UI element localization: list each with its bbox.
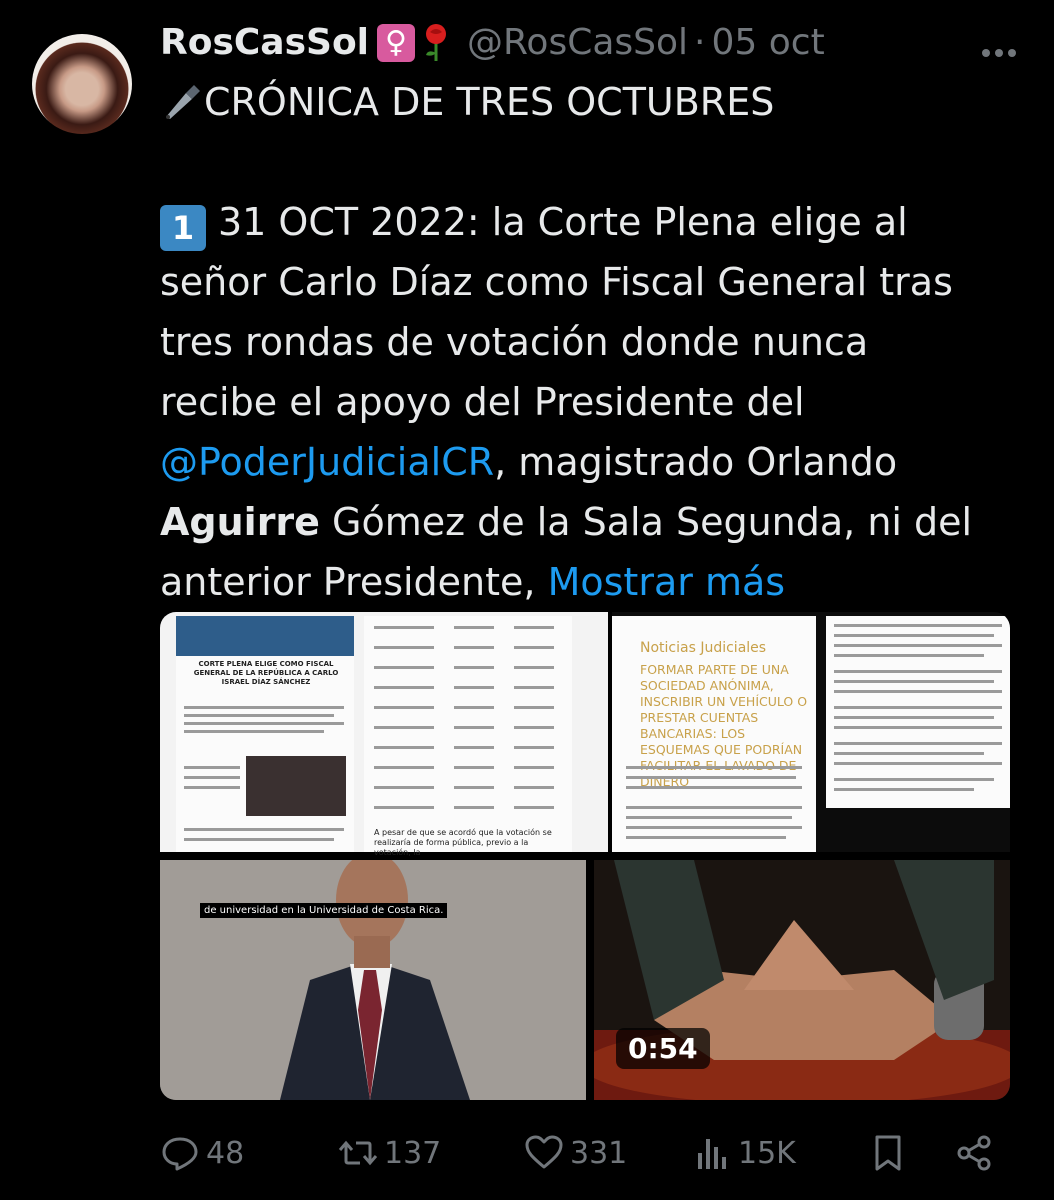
news-page-1: Noticias Judiciales FORMAR PARTE DE UNA … (612, 616, 816, 852)
more-options-icon[interactable] (982, 42, 1022, 57)
video-duration-badge: 0:54 (616, 1028, 710, 1069)
venus-emoji-icon: ♀ (377, 23, 416, 62)
tweet-header: RosCasSol ♀ @RosCasSol · 05 oct (160, 22, 825, 70)
views-chart-icon (698, 1139, 726, 1169)
like-button[interactable]: 331 (524, 1128, 627, 1178)
tweet-date[interactable]: 05 oct (712, 22, 825, 63)
reply-count: 48 (206, 1135, 245, 1171)
title-line: CRÓNICA DE TRES OCTUBRES (160, 72, 1030, 132)
avatar[interactable] (32, 34, 132, 134)
like-count: 331 (570, 1135, 628, 1171)
bookmark-icon (875, 1135, 901, 1171)
display-name[interactable]: RosCasSol (160, 22, 369, 63)
text-line-7-content: anterior Presidente, (160, 560, 536, 604)
text-line-5: @PoderJudicialCR, magistrado Orlando (160, 432, 1030, 492)
text-line-1: 1 31 OCT 2022: la Corte Plena elige al (160, 192, 1030, 252)
text-line-6: Aguirre Gómez de la Sala Segunda, ni del (160, 492, 1030, 552)
media-video[interactable]: 0:54 (582, 860, 1010, 1100)
separator-dot: · (694, 22, 706, 63)
heart-icon (525, 1135, 563, 1169)
repost-count: 137 (384, 1135, 442, 1171)
keycap-one-emoji-icon: 1 (160, 205, 206, 251)
share-button[interactable] (954, 1128, 1000, 1178)
document-heading: CORTE PLENA ELIGE COMO FISCAL GENERAL DE… (193, 660, 339, 686)
media-image-3[interactable]: de universidad en la Universidad de Cost… (160, 852, 586, 1100)
views-button[interactable]: 15K (692, 1128, 796, 1178)
document-footer-text: A pesar de que se acordó que la votación… (374, 828, 552, 857)
media-image-2[interactable]: Noticias Judiciales FORMAR PARTE DE UNA … (612, 612, 1010, 852)
fountain-pen-emoji-icon (166, 85, 200, 119)
mention-link[interactable]: @PoderJudicialCR (160, 440, 494, 484)
speaker-photo (160, 852, 586, 1100)
tweet-title: CRÓNICA DE TRES OCTUBRES (204, 80, 775, 124)
text-line-5-rest: , magistrado Orlando (494, 440, 898, 484)
share-icon (957, 1135, 991, 1171)
text-line-2: señor Carlo Díaz como Fiscal General tra… (160, 260, 953, 304)
show-more-link[interactable]: Mostrar más (548, 560, 785, 604)
news-headline: FORMAR PARTE DE UNA SOCIEDAD ANÓNIMA, IN… (640, 662, 808, 789)
reply-button[interactable]: 48 (160, 1128, 244, 1178)
reply-icon (162, 1137, 198, 1171)
action-bar: 48 137 331 15K (160, 1128, 1010, 1178)
text-line-3: tres rondas de votación donde nunca (160, 320, 869, 364)
text-line-7: anterior Presidente, Mostrar más (160, 552, 1030, 612)
rose-emoji-icon (426, 23, 447, 61)
bookmark-button[interactable] (868, 1128, 914, 1178)
repost-button[interactable]: 137 (338, 1128, 441, 1178)
user-handle[interactable]: @RosCasSol (467, 22, 688, 63)
video-caption: de universidad en la Universidad de Cost… (200, 903, 448, 918)
text-line-6-rest: Gómez de la Sala Segunda, ni del (319, 500, 973, 544)
document-page-1: CORTE PLENA ELIGE COMO FISCAL GENERAL DE… (176, 616, 354, 852)
text-line-4: recibe el apoyo del Presidente del (160, 380, 805, 424)
view-count: 15K (738, 1135, 796, 1171)
document-page-2: A pesar de que se acordó que la votación… (364, 616, 572, 857)
tweet-text: CRÓNICA DE TRES OCTUBRES 1 31 OCT 2022: l… (160, 72, 1030, 612)
media-image-1[interactable]: CORTE PLENA ELIGE COMO FISCAL GENERAL DE… (160, 612, 608, 857)
news-section-title: Noticias Judiciales (640, 640, 767, 656)
text-line-1-content: 31 OCT 2022: la Corte Plena elige al (218, 200, 908, 244)
news-page-2 (826, 616, 1010, 808)
bold-word: Aguirre (160, 500, 320, 544)
media-grid: CORTE PLENA ELIGE COMO FISCAL GENERAL DE… (160, 612, 1010, 1100)
repost-icon (338, 1140, 378, 1166)
